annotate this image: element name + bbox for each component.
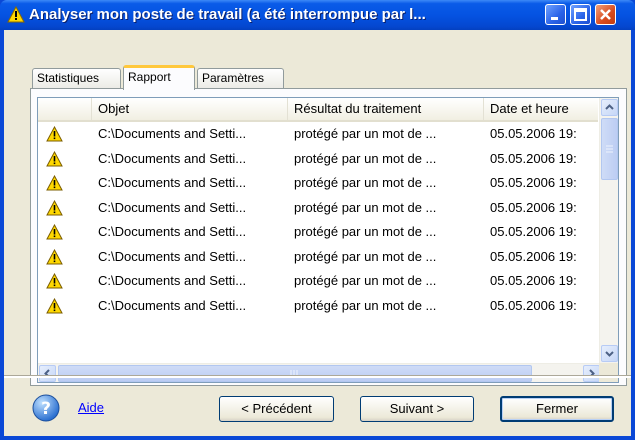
cell-date: 05.05.2006 19: (490, 297, 577, 313)
chevron-up-icon (605, 104, 614, 110)
footer-divider (4, 375, 631, 378)
cell-objet: C:\Documents and Setti... (98, 150, 247, 166)
scroll-up-button[interactable] (601, 99, 618, 116)
cell-resultat: protégé par un mot de ... (294, 175, 437, 190)
cell-date: 05.05.2006 19: (490, 126, 577, 141)
warning-icon (46, 126, 63, 142)
window-title: Analyser mon poste de travail (a été int… (29, 6, 426, 23)
cell-date: 05.05.2006 19: (490, 248, 577, 264)
cell-resultat: protégé par un mot de ... (294, 126, 437, 141)
table-row[interactable]: C:\Documents and Setti... protégé par un … (38, 147, 598, 171)
warning-icon (46, 297, 63, 313)
close-icon (600, 9, 611, 20)
cell-objet: C:\Documents and Setti... (98, 199, 247, 215)
cell-objet: C:\Documents and Setti... (98, 224, 247, 239)
column-header-icon[interactable] (38, 98, 92, 120)
column-header-objet[interactable]: Objet (92, 98, 288, 120)
close-button[interactable]: Fermer (500, 396, 614, 422)
cell-resultat: protégé par un mot de ... (294, 248, 437, 264)
scrollbar-corner (599, 363, 618, 382)
list-header: Objet Résultat du traitement Date et heu… (38, 98, 598, 122)
table-row[interactable]: C:\Documents and Setti... protégé par un … (38, 171, 598, 195)
table-row[interactable]: C:\Documents and Setti... protégé par un … (38, 220, 598, 244)
tab-parametres[interactable]: Paramètres (197, 68, 284, 88)
vertical-scrollbar[interactable] (599, 98, 618, 363)
previous-button[interactable]: < Précédent (219, 396, 334, 422)
maximize-button[interactable] (570, 4, 591, 25)
horizontal-scrollbar[interactable] (38, 363, 601, 382)
cell-resultat: protégé par un mot de ... (294, 150, 437, 166)
cell-date: 05.05.2006 19: (490, 150, 577, 166)
chevron-left-icon (44, 369, 50, 378)
close-window-button[interactable] (595, 4, 616, 25)
svg-text:?: ? (41, 399, 51, 419)
scroll-down-button[interactable] (601, 345, 618, 362)
cell-objet: C:\Documents and Setti... (98, 273, 247, 288)
warning-icon (46, 199, 63, 215)
table-row[interactable]: C:\Documents and Setti... protégé par un … (38, 122, 598, 146)
column-header-resultat[interactable]: Résultat du traitement (288, 98, 484, 120)
cell-objet: C:\Documents and Setti... (98, 297, 247, 313)
chevron-down-icon (605, 351, 614, 357)
cell-date: 05.05.2006 19: (490, 175, 577, 190)
warning-icon (46, 224, 63, 240)
minimize-icon (551, 17, 558, 20)
column-header-date[interactable]: Date et heure (484, 98, 598, 120)
dialog-window: Analyser mon poste de travail (a été int… (0, 0, 635, 440)
warning-icon (46, 150, 63, 166)
table-row[interactable]: C:\Documents and Setti... protégé par un … (38, 196, 598, 220)
help-link[interactable]: Aide (78, 400, 104, 415)
report-list[interactable]: Objet Résultat du traitement Date et heu… (37, 97, 619, 383)
scroll-left-button[interactable] (39, 365, 56, 382)
maximize-icon (574, 8, 587, 21)
vertical-scroll-thumb[interactable] (601, 118, 618, 180)
horizontal-scroll-thumb[interactable] (58, 365, 532, 382)
cell-objet: C:\Documents and Setti... (98, 248, 247, 264)
table-row[interactable]: C:\Documents and Setti... protégé par un … (38, 245, 598, 269)
warning-icon (7, 6, 25, 23)
chevron-right-icon (589, 369, 595, 378)
minimize-button[interactable] (545, 4, 566, 25)
warning-icon (46, 175, 63, 191)
grip-icon (290, 370, 298, 377)
grip-icon (606, 145, 613, 153)
next-button[interactable]: Suivant > (360, 396, 474, 422)
tab-statistiques[interactable]: Statistiques (32, 68, 121, 88)
dialog-client-area: Statistiques Rapport Paramètres Objet Ré… (4, 30, 631, 436)
cell-objet: C:\Documents and Setti... (98, 175, 247, 190)
tab-rapport[interactable]: Rapport (123, 65, 195, 90)
warning-icon (46, 248, 63, 264)
help-icon[interactable]: ? (32, 394, 60, 422)
cell-resultat: protégé par un mot de ... (294, 224, 437, 239)
title-bar[interactable]: Analyser mon poste de travail (a été int… (0, 0, 635, 30)
table-row[interactable]: C:\Documents and Setti... protégé par un … (38, 269, 598, 293)
cell-resultat: protégé par un mot de ... (294, 273, 437, 288)
cell-date: 05.05.2006 19: (490, 199, 577, 215)
table-row[interactable]: C:\Documents and Setti... protégé par un … (38, 294, 598, 318)
cell-resultat: protégé par un mot de ... (294, 199, 437, 215)
warning-icon (46, 273, 63, 289)
cell-objet: C:\Documents and Setti... (98, 126, 247, 141)
scroll-right-button[interactable] (583, 365, 600, 382)
cell-date: 05.05.2006 19: (490, 273, 577, 288)
cell-date: 05.05.2006 19: (490, 224, 577, 239)
cell-resultat: protégé par un mot de ... (294, 297, 437, 313)
